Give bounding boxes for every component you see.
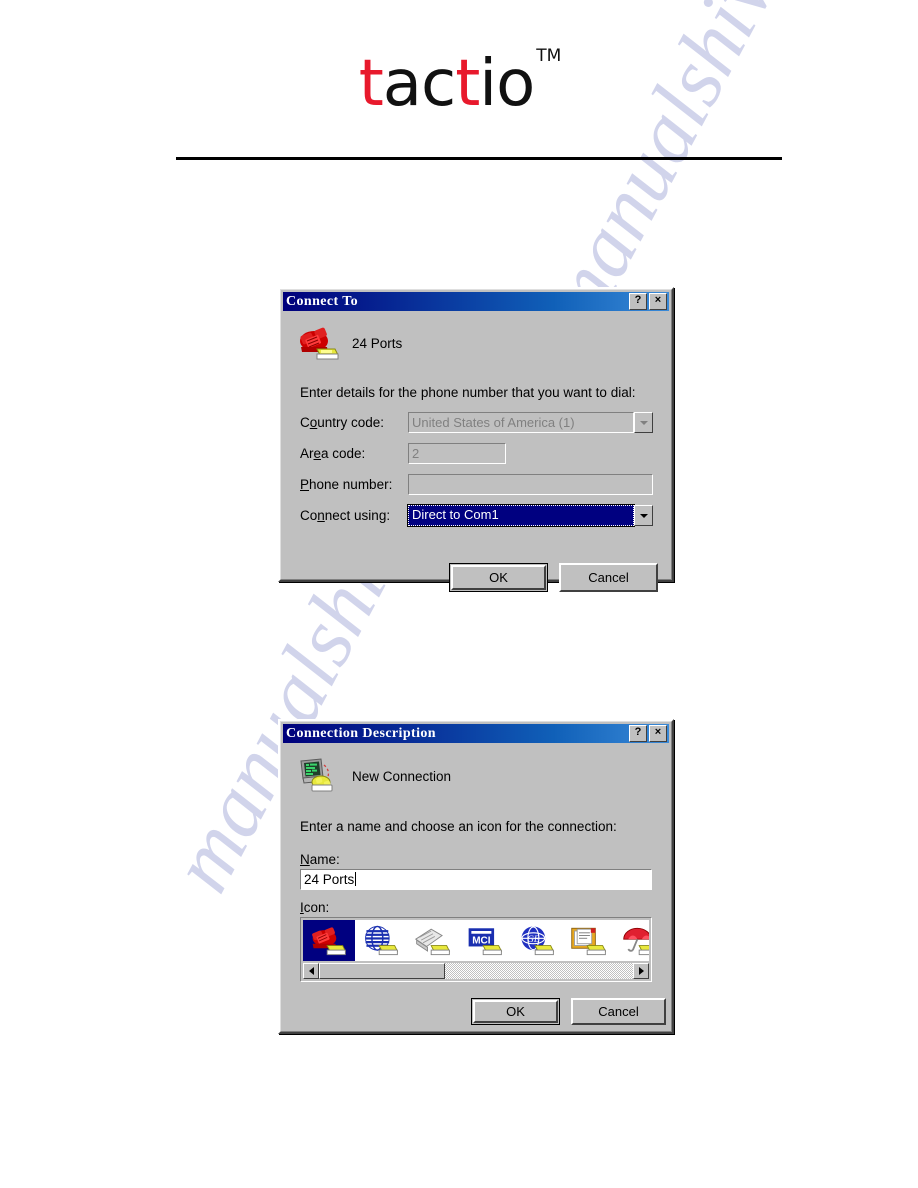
connection-description-instruction: Enter a name and choose an icon for the … <box>300 819 617 834</box>
connection-description-titlebar[interactable]: Connection Description ? × <box>283 724 669 743</box>
country-code-combobox[interactable]: United States of America (1) <box>408 412 653 433</box>
connection-description-connection-name: New Connection <box>352 768 452 784</box>
scrollbar-thumb[interactable] <box>319 963 445 979</box>
icon-picker-panel: MCI GE <box>300 917 652 982</box>
brand-logo: tactio TM <box>0 47 918 116</box>
scrollbar-track[interactable] <box>319 963 633 979</box>
connect-to-titlebar-buttons: ? × <box>629 293 667 310</box>
ok-button[interactable]: OK <box>451 565 546 590</box>
connect-to-button-row: OK Cancel <box>449 563 658 592</box>
connect-to-dialog: Connect To ? × 24 Ports Enter details fo… <box>278 287 674 592</box>
connection-description-dialog: Connection Description ? × New Connectio… <box>278 719 674 1034</box>
connect-to-header-row: 24 Ports <box>281 311 671 361</box>
close-icon[interactable]: × <box>649 725 667 742</box>
phone-number-row: Phone number: <box>300 474 671 495</box>
name-input[interactable]: 24 Ports <box>300 869 652 890</box>
connection-description-body: New Connection Enter a name and choose a… <box>281 743 671 1025</box>
ok-button-default-frame: OK <box>471 998 560 1025</box>
icon-option-ge-globe[interactable]: GE <box>511 920 563 961</box>
logo-letters-io: io <box>479 47 535 121</box>
connection-description-title: Connection Description <box>286 725 436 741</box>
page-canvas: manualshive.Com manualshive.Com tactio TM… <box>0 0 918 1188</box>
area-code-row: Area code: 2 <box>300 443 671 464</box>
connect-to-form: Country code: United States of America (… <box>281 400 671 527</box>
connect-using-value: Direct to Com1 <box>407 504 635 527</box>
country-code-value: United States of America (1) <box>408 412 634 433</box>
phone-number-label: Phone number: <box>300 477 393 492</box>
cancel-button[interactable]: Cancel <box>571 998 666 1025</box>
connection-description-header-row: New Connection <box>281 743 671 795</box>
connect-using-label: Connect using: <box>300 508 391 523</box>
phone-number-input[interactable] <box>408 474 653 495</box>
connect-to-body: 24 Ports Enter details for the phone num… <box>281 311 671 592</box>
connect-to-titlebar[interactable]: Connect To ? × <box>283 292 669 311</box>
icon-label: Icon: <box>300 900 330 915</box>
logo-letter-t2: t <box>455 47 480 121</box>
icon-option-fax-machine[interactable] <box>407 920 459 961</box>
trademark-symbol: TM <box>536 45 562 66</box>
svg-text:MCI: MCI <box>472 935 491 946</box>
cancel-button[interactable]: Cancel <box>559 563 658 592</box>
scroll-left-icon[interactable] <box>303 963 319 979</box>
area-code-input[interactable]: 2 <box>408 443 506 464</box>
red-telephone-modem-icon <box>297 325 341 361</box>
computer-modem-icon <box>297 757 341 795</box>
connection-description-button-row: OK Cancel <box>471 998 666 1025</box>
icon-strip[interactable]: MCI GE <box>303 920 649 961</box>
connect-using-combobox[interactable]: Direct to Com1 <box>407 504 653 527</box>
icon-option-blue-globe[interactable] <box>355 920 407 961</box>
icon-strip-scrollbar[interactable] <box>303 963 649 979</box>
brand-logo-text: tactio TM <box>359 47 562 116</box>
close-icon[interactable]: × <box>649 293 667 310</box>
help-icon[interactable]: ? <box>629 725 647 742</box>
text-caret <box>355 872 357 886</box>
connect-using-row: Connect using: Direct to Com1 <box>300 504 671 527</box>
logo-letters-ac: ac <box>382 47 456 121</box>
chevron-down-icon[interactable] <box>634 505 653 526</box>
area-code-label: Area code: <box>300 446 366 461</box>
ok-button-default-frame: OK <box>449 563 548 592</box>
name-label: Name: <box>300 852 340 867</box>
icon-option-mci-logo[interactable]: MCI <box>459 920 511 961</box>
connect-to-connection-name: 24 Ports <box>352 335 403 351</box>
icon-picker-group: Icon: MCI GE <box>281 890 671 982</box>
help-icon[interactable]: ? <box>629 293 647 310</box>
ok-button[interactable]: OK <box>473 1000 558 1023</box>
name-field-group: Name: 24 Ports <box>281 834 671 890</box>
connection-description-titlebar-buttons: ? × <box>629 725 667 742</box>
name-input-value: 24 Ports <box>304 872 355 887</box>
svg-text:GE: GE <box>527 933 540 943</box>
country-code-row: Country code: United States of America (… <box>300 412 671 433</box>
connect-to-instruction: Enter details for the phone number that … <box>300 385 636 400</box>
connect-to-title: Connect To <box>286 293 359 309</box>
country-code-label: Country code: <box>300 415 385 430</box>
chevron-down-icon[interactable] <box>634 412 653 433</box>
header-divider-rule <box>176 157 782 160</box>
icon-option-red-umbrella[interactable] <box>615 920 649 961</box>
scroll-right-icon[interactable] <box>633 963 649 979</box>
icon-option-documents[interactable] <box>563 920 615 961</box>
logo-letter-t1: t <box>358 47 384 121</box>
icon-option-red-telephone[interactable] <box>303 920 355 961</box>
